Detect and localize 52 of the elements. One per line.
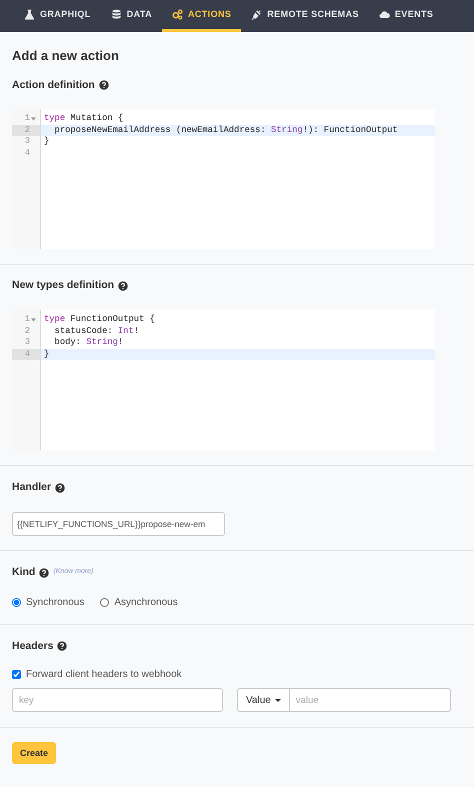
section-label: Kind bbox=[12, 564, 36, 580]
radio-button[interactable] bbox=[100, 598, 110, 607]
line-number: 3 bbox=[24, 136, 30, 148]
code-line: proposeNewEmailAddress (newEmailAddress: String!): FunctionOutput bbox=[54, 124, 398, 135]
checkbox[interactable] bbox=[12, 670, 21, 680]
code-line: type Mutation { bbox=[44, 113, 124, 124]
value-type-dropdown[interactable]: Value bbox=[237, 688, 289, 712]
nav-tab[interactable]: GRAPHIQL bbox=[14, 0, 101, 32]
line-number: 1 bbox=[24, 113, 30, 125]
nav-tab[interactable]: ACTIONS bbox=[162, 0, 242, 32]
code-line: statusCode: Int! bbox=[54, 326, 140, 336]
database-icon bbox=[110, 9, 122, 20]
url-field[interactable]: {{NETLIFY_FUNCTIONS_URL}}propose-new-em bbox=[12, 512, 225, 536]
section-label: Headers bbox=[12, 638, 54, 654]
plug-icon bbox=[251, 9, 262, 20]
help-icon bbox=[55, 482, 66, 493]
section-label: New types definition bbox=[12, 278, 114, 294]
code-editor[interactable]: 1 2 3 4 type Mutation { proposeNewEmailAddress (newEmailAddress: String!): FunctionOutput } bbox=[12, 109, 435, 250]
page-title: Add a new action bbox=[12, 48, 120, 64]
gears-icon bbox=[172, 9, 183, 20]
radio-label: Synchronous bbox=[26, 596, 84, 610]
section-label: Action definition bbox=[12, 78, 95, 93]
help-icon bbox=[118, 281, 128, 292]
radio-button[interactable] bbox=[12, 598, 21, 607]
line-number: 2 bbox=[24, 326, 30, 338]
line-number: 4 bbox=[24, 148, 30, 160]
nav-tab[interactable]: REMOTE SCHEMAS bbox=[241, 0, 369, 32]
checkbox-label: Forward client headers to webhook bbox=[26, 668, 182, 682]
line-number: 4 bbox=[24, 348, 30, 360]
nav-tab[interactable]: DATA bbox=[100, 0, 162, 32]
nav-tab[interactable]: EVENTS bbox=[368, 0, 444, 32]
help-icon bbox=[57, 641, 68, 652]
code-editor[interactable]: 1 2 3 4 type FunctionOutput { statusCode: Int! body: String! } bbox=[12, 310, 435, 450]
key-field[interactable]: key bbox=[12, 688, 223, 712]
caret-icon bbox=[274, 698, 281, 702]
fold-icon[interactable] bbox=[31, 318, 36, 322]
line-number: 2 bbox=[24, 124, 30, 136]
line-number: 3 bbox=[24, 337, 30, 349]
code-line: } bbox=[44, 348, 50, 359]
section-label: Handler bbox=[12, 480, 52, 496]
line-number: 1 bbox=[24, 314, 30, 326]
radio-label: Asynchronous bbox=[114, 596, 178, 610]
value-field[interactable]: value bbox=[288, 688, 451, 712]
cloud-icon bbox=[378, 9, 390, 20]
code-line: type FunctionOutput { bbox=[44, 314, 155, 324]
help-icon bbox=[98, 80, 109, 90]
code-line: body: String! bbox=[54, 337, 124, 348]
create-button[interactable]: Create bbox=[12, 742, 56, 764]
fold-icon[interactable] bbox=[31, 117, 36, 122]
help-icon bbox=[39, 568, 50, 578]
code-line: } bbox=[44, 136, 50, 146]
flask-icon bbox=[24, 9, 35, 20]
